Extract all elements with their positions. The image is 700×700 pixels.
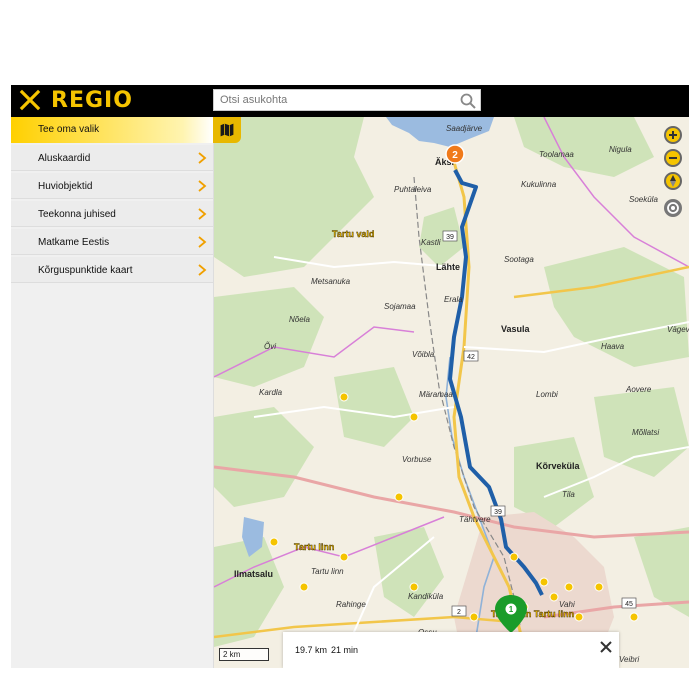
chevron-right-icon bbox=[198, 152, 207, 164]
route-duration: 21 min bbox=[331, 645, 359, 655]
road-number-badge: 2 bbox=[451, 605, 467, 617]
svg-text:42: 42 bbox=[467, 354, 475, 361]
search-box bbox=[213, 89, 481, 111]
place-label: Soeküla bbox=[629, 195, 658, 204]
scale-label: 2 km bbox=[223, 650, 241, 659]
place-label: Sootaga bbox=[504, 255, 534, 264]
route-info-panel: 19.7 km 21 min bbox=[283, 632, 619, 668]
compass-button[interactable] bbox=[663, 171, 683, 191]
sidebar-header-label: Tee oma valik bbox=[38, 124, 100, 135]
place-label: Õvi bbox=[264, 342, 276, 351]
place-label: Vorbuse bbox=[402, 455, 432, 464]
close-icon[interactable] bbox=[599, 640, 613, 654]
locate-me-button[interactable] bbox=[663, 198, 683, 218]
svg-text:1: 1 bbox=[509, 605, 514, 614]
sidebar: Tee oma valik Aluskaardid Huviobjektid T… bbox=[11, 117, 214, 668]
chevron-right-icon bbox=[198, 208, 207, 220]
route-end-marker[interactable]: 2 bbox=[445, 144, 465, 164]
place-label: Märamaa bbox=[419, 390, 453, 399]
place-label: Vahi bbox=[559, 600, 575, 609]
map-canvas[interactable]: SaadjärveÄksiToolamaaNigulaPuhtaleivaKuk… bbox=[214, 117, 689, 668]
place-label: Veibri bbox=[619, 655, 639, 664]
route-distance: 19.7 km bbox=[295, 645, 328, 655]
place-label: Kõrveküla bbox=[536, 461, 581, 471]
sidebar-item-teekonna-juhised[interactable]: Teekonna juhised bbox=[11, 201, 213, 227]
place-label: Erala bbox=[444, 295, 463, 304]
place-label: Tähtvere bbox=[459, 515, 491, 524]
sidebar-item-aluskaardid[interactable]: Aluskaardid bbox=[11, 145, 213, 171]
map-layers-button[interactable] bbox=[213, 117, 241, 143]
place-label: Toolamaa bbox=[539, 150, 574, 159]
place-label: Ilmatsalu bbox=[234, 569, 273, 579]
place-label: Kukulinna bbox=[521, 180, 557, 189]
sidebar-item-label: Teekonna juhised bbox=[38, 209, 116, 220]
place-label: Vägeva bbox=[667, 325, 689, 334]
svg-text:39: 39 bbox=[494, 509, 502, 516]
place-label: Lähte bbox=[436, 262, 460, 272]
road-number-badge: 45 bbox=[621, 597, 637, 609]
road-number-badge: 39 bbox=[490, 505, 506, 517]
sidebar-item-label: Kõrguspunktide kaart bbox=[38, 265, 133, 276]
road-number-badge: 42 bbox=[463, 350, 479, 362]
search-input[interactable] bbox=[214, 90, 452, 110]
place-label: Sojamaa bbox=[384, 302, 416, 311]
chevron-right-icon bbox=[198, 264, 207, 276]
place-label: Kardla bbox=[259, 388, 283, 397]
svg-text:2: 2 bbox=[452, 150, 458, 161]
place-label: Aovere bbox=[625, 385, 652, 394]
sidebar-item-matkame-eestis[interactable]: Matkame Eestis bbox=[11, 229, 213, 255]
place-label: Mõllatsi bbox=[632, 428, 659, 437]
svg-text:39: 39 bbox=[446, 234, 454, 241]
search-icon[interactable] bbox=[459, 92, 477, 110]
place-label: Puhtaleiva bbox=[394, 185, 432, 194]
place-label: Tartu linn bbox=[311, 567, 344, 576]
place-label: Nõela bbox=[289, 315, 310, 324]
chevron-right-icon bbox=[198, 236, 207, 248]
regio-map-app: REGIO Tee oma valik Aluskaardid Huviobje… bbox=[11, 85, 689, 668]
place-label: Vasula bbox=[501, 324, 531, 334]
place-label: Tila bbox=[562, 490, 575, 499]
svg-text:45: 45 bbox=[625, 601, 633, 608]
chevron-right-icon bbox=[198, 180, 207, 192]
sidebar-item-label: Huviobjektid bbox=[38, 181, 93, 192]
place-label: Kastli bbox=[421, 238, 441, 247]
zoom-out-button[interactable] bbox=[663, 148, 683, 168]
place-label: Saadjärve bbox=[446, 124, 483, 133]
map-scale: 2 km bbox=[219, 648, 269, 661]
place-label: Metsanuka bbox=[311, 277, 351, 286]
sidebar-item-korguspunktide-kaart[interactable]: Kõrguspunktide kaart bbox=[11, 257, 213, 283]
place-label: Lombi bbox=[536, 390, 558, 399]
zoom-in-button[interactable] bbox=[663, 125, 683, 145]
sidebar-item-huviobjektid[interactable]: Huviobjektid bbox=[11, 173, 213, 199]
sidebar-item-label: Aluskaardid bbox=[38, 153, 91, 164]
place-label: Haava bbox=[601, 342, 625, 351]
place-label: Kandiküla bbox=[408, 592, 444, 601]
place-label: Rahinge bbox=[336, 600, 366, 609]
place-label: Tartu linn bbox=[294, 542, 334, 552]
place-label: Võibla bbox=[412, 350, 435, 359]
sidebar-item-label: Matkame Eestis bbox=[38, 237, 110, 248]
place-label: Nigula bbox=[609, 145, 632, 154]
svg-text:2: 2 bbox=[457, 609, 461, 616]
regio-logo: REGIO bbox=[51, 88, 133, 113]
close-menu-icon[interactable] bbox=[19, 89, 41, 111]
road-number-badge: 39 bbox=[442, 230, 458, 242]
place-label: Tartu vald bbox=[332, 229, 374, 239]
top-bar: REGIO bbox=[11, 85, 689, 117]
map-icon bbox=[220, 123, 234, 137]
sidebar-header[interactable]: Tee oma valik bbox=[11, 117, 213, 143]
